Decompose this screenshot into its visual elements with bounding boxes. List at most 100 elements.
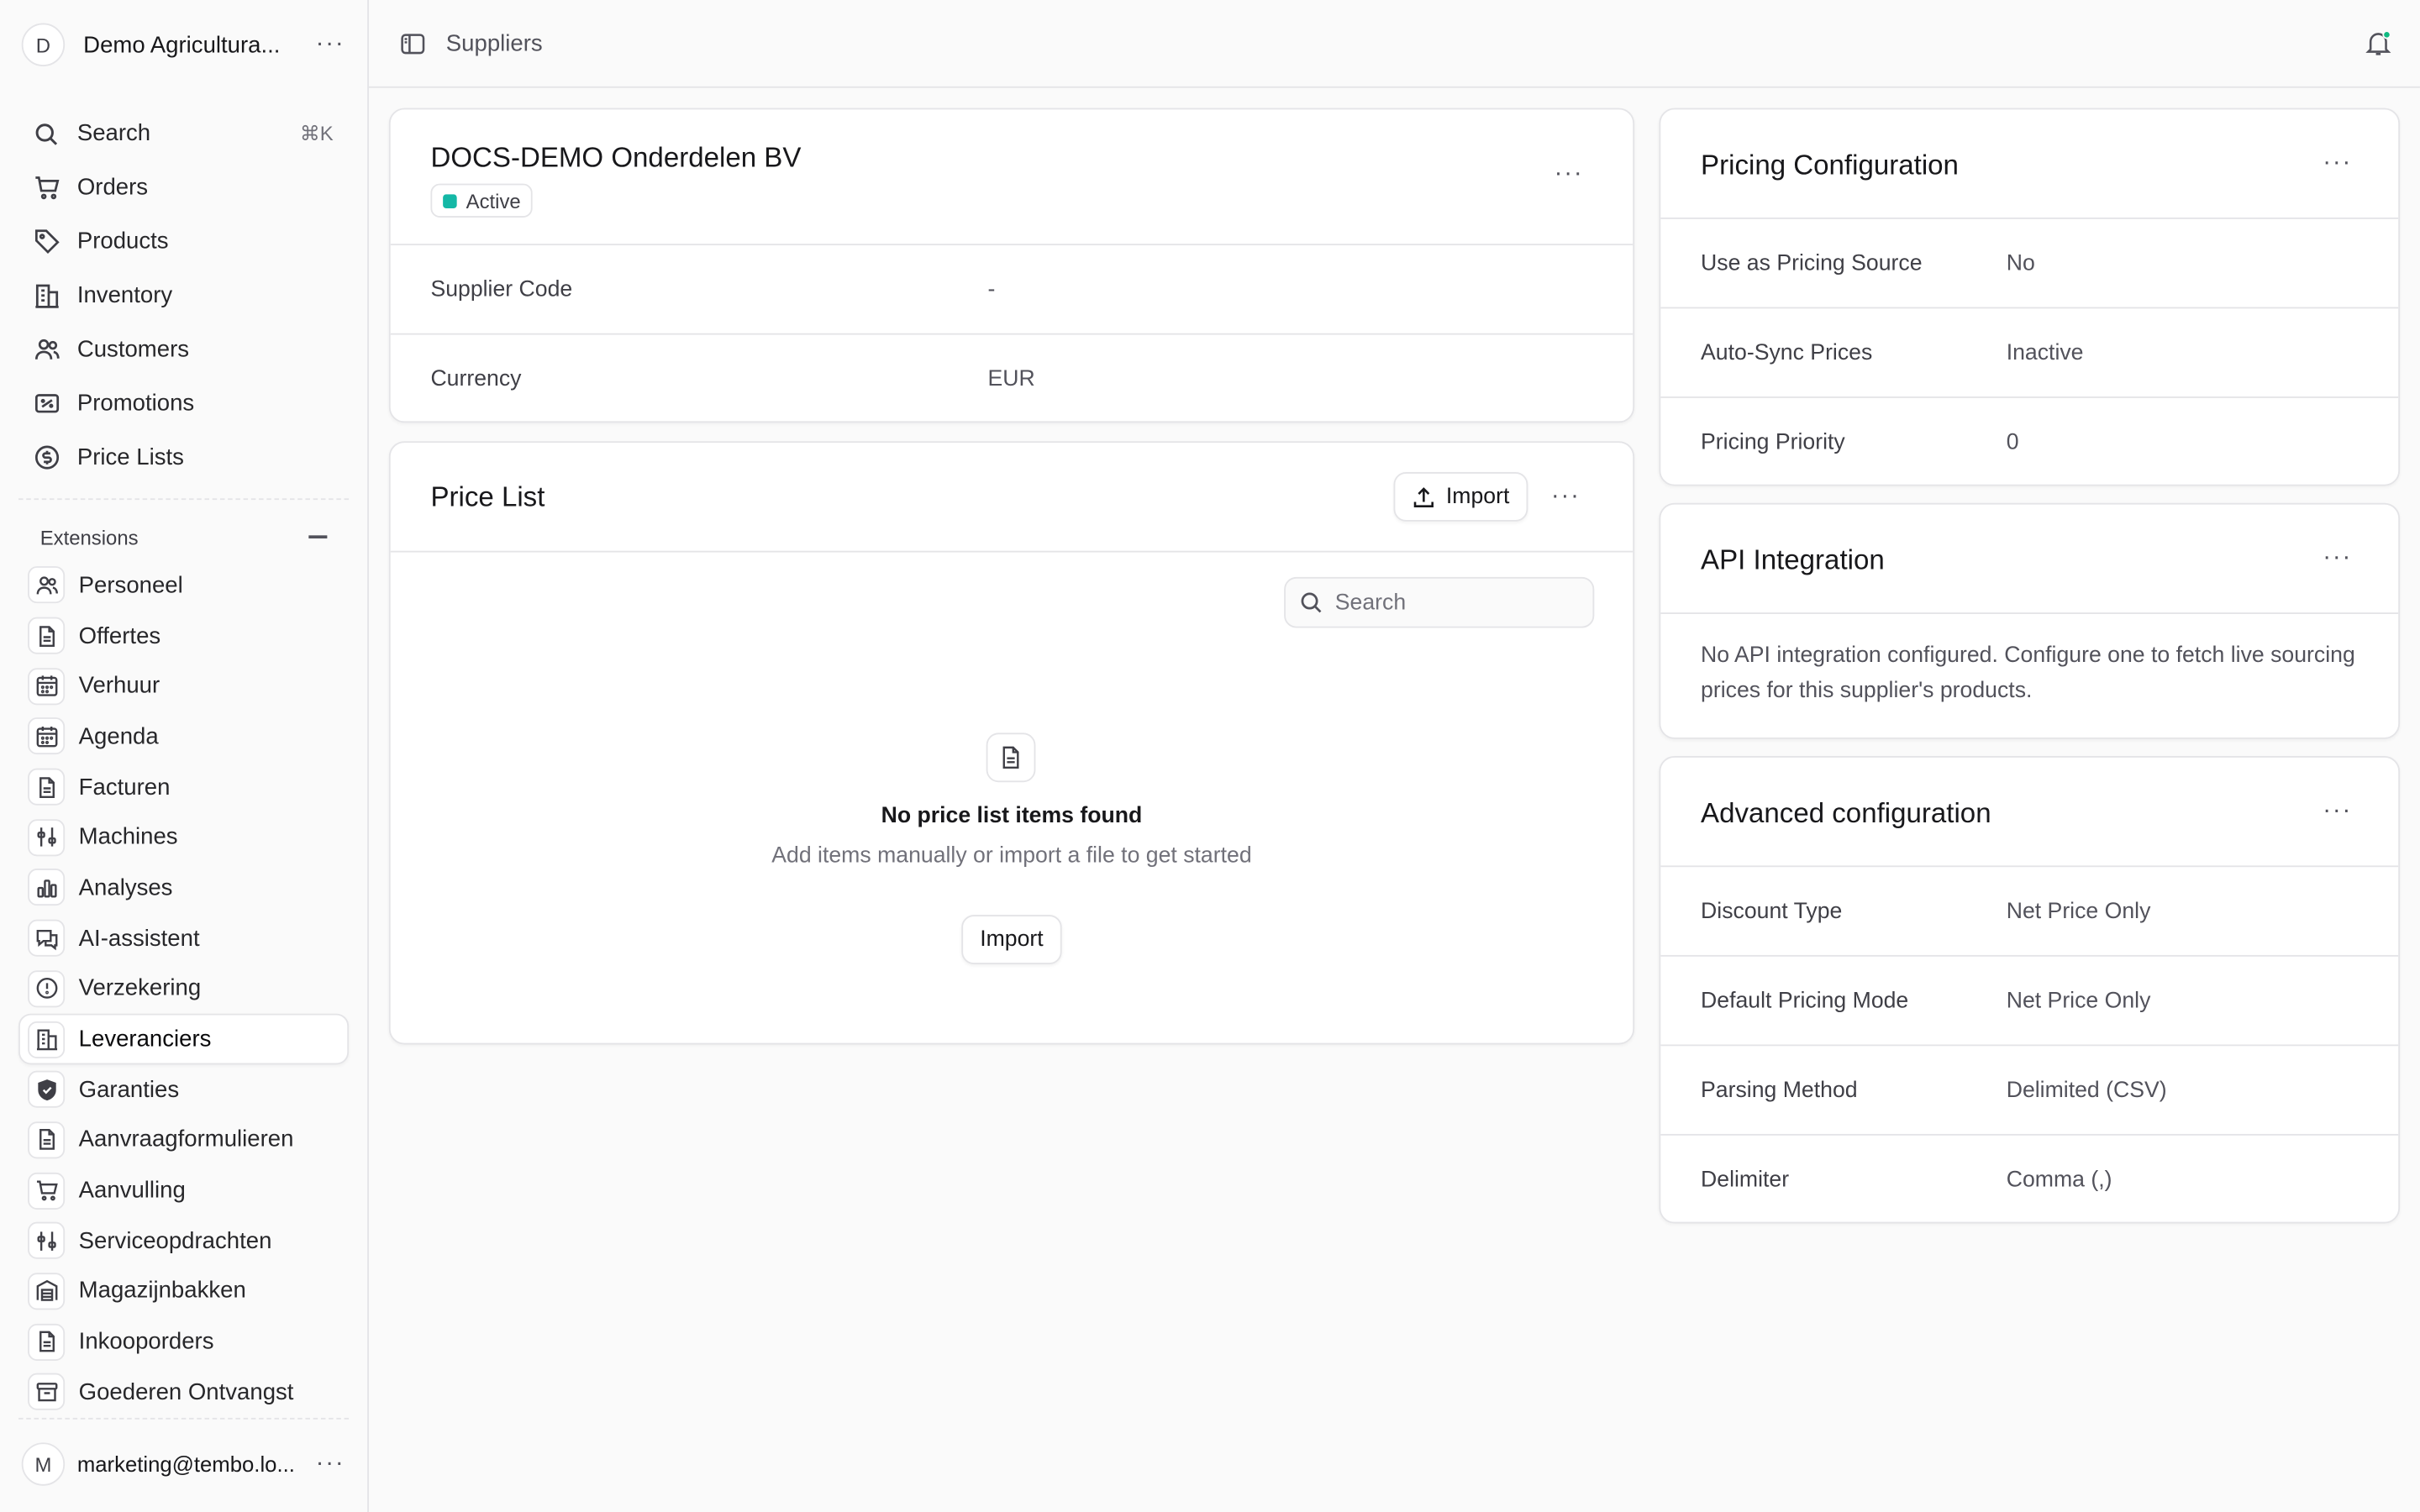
document-icon bbox=[28, 1121, 66, 1159]
sidebar-item-verhuur[interactable]: Verhuur bbox=[18, 661, 349, 711]
sidebar-item-label: Verhuur bbox=[78, 673, 160, 700]
field-label: Pricing Priority bbox=[1701, 429, 1845, 454]
user-avatar: M bbox=[21, 1442, 66, 1486]
advanced-field-row: Delimiter Comma (,) bbox=[1660, 1133, 2399, 1222]
sidebar-item-ai-assistent[interactable]: AI-assistent bbox=[18, 913, 349, 963]
sidebar-item-offertes[interactable]: Offertes bbox=[18, 611, 349, 661]
nav-item-orders[interactable]: Orders bbox=[18, 160, 349, 214]
sidebar-item-garanties[interactable]: Garanties bbox=[18, 1064, 349, 1115]
org-switcher[interactable]: D Demo Agricultura... ··· bbox=[21, 22, 349, 68]
collapse-icon[interactable] bbox=[308, 535, 328, 538]
sidebar-item-goederen-ontvangst[interactable]: Goederen Ontvangst bbox=[18, 1367, 349, 1417]
sidebar-item-magazijnbakken[interactable]: Magazijnbakken bbox=[18, 1266, 349, 1316]
empty-document-icon bbox=[986, 732, 1036, 783]
org-name: Demo Agricultura... bbox=[83, 31, 281, 58]
building-icon bbox=[28, 1021, 66, 1058]
field-value: Net Price Only bbox=[2006, 988, 2151, 1013]
field-value: No bbox=[2006, 250, 2035, 276]
sidebar-divider bbox=[18, 498, 350, 501]
sidebar-item-label: Serviceopdrachten bbox=[78, 1227, 272, 1254]
nav-item-price-lists[interactable]: Price Lists bbox=[18, 430, 349, 484]
sidebar-item-leveranciers[interactable]: Leveranciers bbox=[18, 1014, 350, 1065]
price-list-more-icon[interactable]: ··· bbox=[1551, 483, 1581, 511]
price-list-card: Price List Import ··· No price list item… bbox=[388, 441, 1635, 1045]
sidebar-toggle-icon[interactable] bbox=[400, 29, 428, 57]
org-more-icon[interactable]: ··· bbox=[312, 31, 349, 59]
nav-search[interactable]: Search ⌘K bbox=[18, 107, 349, 160]
extensions-header[interactable]: Extensions bbox=[40, 522, 328, 553]
shield-check-icon bbox=[28, 1071, 66, 1109]
field-value: Delimited (CSV) bbox=[2006, 1077, 2167, 1103]
topbar: Suppliers bbox=[368, 0, 2420, 88]
cart-icon bbox=[33, 174, 60, 202]
nav-search-label: Search bbox=[76, 120, 151, 147]
cart-icon bbox=[28, 1172, 66, 1210]
sidebar-item-aanvulling[interactable]: Aanvulling bbox=[18, 1165, 349, 1215]
api-integration-more-icon[interactable]: ··· bbox=[2323, 544, 2352, 572]
sidebar-item-label: Offertes bbox=[78, 622, 161, 649]
field-label: Currency bbox=[430, 366, 522, 391]
users-icon bbox=[33, 335, 60, 363]
sidebar-item-serviceopdrachten[interactable]: Serviceopdrachten bbox=[18, 1215, 349, 1266]
advanced-config-more-icon[interactable]: ··· bbox=[2323, 798, 2352, 826]
advanced-config-card: Advanced configuration ··· Discount Type… bbox=[1659, 755, 2401, 1224]
status-badge: Active bbox=[430, 183, 534, 218]
sidebar-item-facturen[interactable]: Facturen bbox=[18, 762, 349, 812]
sidebar-item-aanvraagformulieren[interactable]: Aanvraagformulieren bbox=[18, 1115, 349, 1165]
field-label: Delimiter bbox=[1701, 1167, 1790, 1192]
tag-icon bbox=[33, 228, 60, 255]
extensions-heading: Extensions bbox=[39, 525, 139, 549]
sidebar-item-label: Magazijnbakken bbox=[78, 1278, 246, 1305]
pricing-config-more-icon[interactable]: ··· bbox=[2323, 150, 2352, 177]
sidebar-item-label: AI-assistent bbox=[78, 925, 200, 952]
sidebar-item-label: Garanties bbox=[78, 1076, 180, 1103]
breadcrumb[interactable]: Suppliers bbox=[446, 30, 543, 56]
sidebar-item-label: Machines bbox=[78, 824, 178, 851]
building-icon bbox=[33, 281, 60, 309]
sidebar-item-personeel[interactable]: Personeel bbox=[18, 560, 349, 611]
status-label: Active bbox=[466, 188, 521, 213]
tools-icon bbox=[28, 1222, 66, 1260]
field-value: Net Price Only bbox=[2006, 898, 2151, 924]
import-button[interactable]: Import bbox=[1393, 472, 1528, 522]
nav-item-products[interactable]: Products bbox=[18, 214, 349, 268]
user-email: marketing@tembo.lo... bbox=[76, 1452, 295, 1477]
nav-item-label: Orders bbox=[76, 174, 149, 201]
supplier-name: DOCS-DEMO Onderdelen BV bbox=[430, 141, 802, 173]
search-shortcut: ⌘K bbox=[299, 121, 334, 144]
sidebar-item-label: Facturen bbox=[78, 774, 171, 801]
price-list-search[interactable] bbox=[1284, 576, 1595, 628]
pricing-config-card: Pricing Configuration ··· Use as Pricing… bbox=[1659, 108, 2401, 486]
nav-item-label: Products bbox=[76, 228, 169, 255]
user-more-icon[interactable]: ··· bbox=[312, 1450, 349, 1478]
nav-item-label: Inventory bbox=[76, 282, 173, 309]
archive-icon bbox=[28, 1373, 66, 1411]
field-label: Parsing Method bbox=[1701, 1077, 1858, 1103]
notification-bell-icon[interactable] bbox=[2365, 29, 2392, 57]
sidebar-item-analyses[interactable]: Analyses bbox=[18, 863, 349, 913]
sidebar-item-inkooporders[interactable]: Inkooporders bbox=[18, 1316, 349, 1367]
supplier-field-row: Currency EUR bbox=[390, 333, 1634, 422]
sidebar-item-machines[interactable]: Machines bbox=[18, 812, 349, 863]
upload-icon bbox=[1413, 486, 1434, 507]
calendar-icon bbox=[28, 717, 66, 755]
field-label: Supplier Code bbox=[430, 276, 573, 302]
sidebar-item-verzekering[interactable]: Verzekering bbox=[18, 963, 349, 1014]
supplier-field-row: Supplier Code - bbox=[390, 244, 1634, 333]
nav-item-label: Promotions bbox=[76, 390, 195, 417]
nav-item-customers[interactable]: Customers bbox=[18, 323, 349, 376]
empty-import-button[interactable]: Import bbox=[961, 915, 1062, 964]
sidebar-item-label: Aanvulling bbox=[78, 1177, 186, 1204]
price-list-divider bbox=[390, 550, 1634, 553]
main-nav: Search ⌘K Orders Products Inventory Cust… bbox=[18, 107, 349, 485]
user-menu[interactable]: M marketing@tembo.lo... ··· bbox=[21, 1441, 349, 1487]
field-value: EUR bbox=[987, 366, 1035, 391]
nav-item-promotions[interactable]: Promotions bbox=[18, 376, 349, 430]
supplier-more-icon[interactable]: ··· bbox=[1555, 160, 1584, 188]
field-label: Default Pricing Mode bbox=[1701, 988, 1909, 1013]
ticket-icon bbox=[33, 390, 60, 417]
search-input[interactable] bbox=[1334, 590, 1582, 615]
sidebar-item-agenda[interactable]: Agenda bbox=[18, 711, 349, 762]
api-integration-description: No API integration configured. Configure… bbox=[1660, 612, 2399, 738]
nav-item-inventory[interactable]: Inventory bbox=[18, 269, 349, 323]
